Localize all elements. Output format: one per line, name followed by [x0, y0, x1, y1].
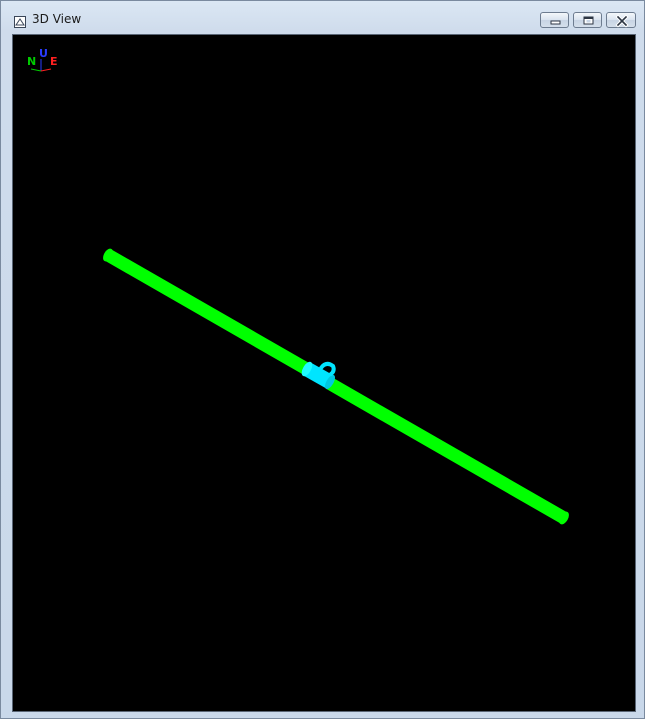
close-icon: [615, 14, 629, 28]
title-bar[interactable]: 3D View: [1, 1, 644, 33]
3d-view-window: 3D View N U E: [0, 0, 645, 719]
minimize-icon: [550, 20, 561, 25]
minimize-button[interactable]: [540, 12, 569, 28]
pipe-segment-upper[interactable]: [101, 247, 314, 377]
window-title: 3D View: [32, 12, 82, 26]
3d-viewport[interactable]: N U E: [12, 34, 636, 712]
close-button[interactable]: [606, 12, 636, 28]
restore-button[interactable]: [573, 12, 602, 28]
restore-icon: [583, 16, 594, 25]
pipe-segment-lower[interactable]: [325, 377, 571, 526]
3d-scene: [101, 247, 571, 526]
3d-view-app-icon[interactable]: [14, 13, 26, 28]
